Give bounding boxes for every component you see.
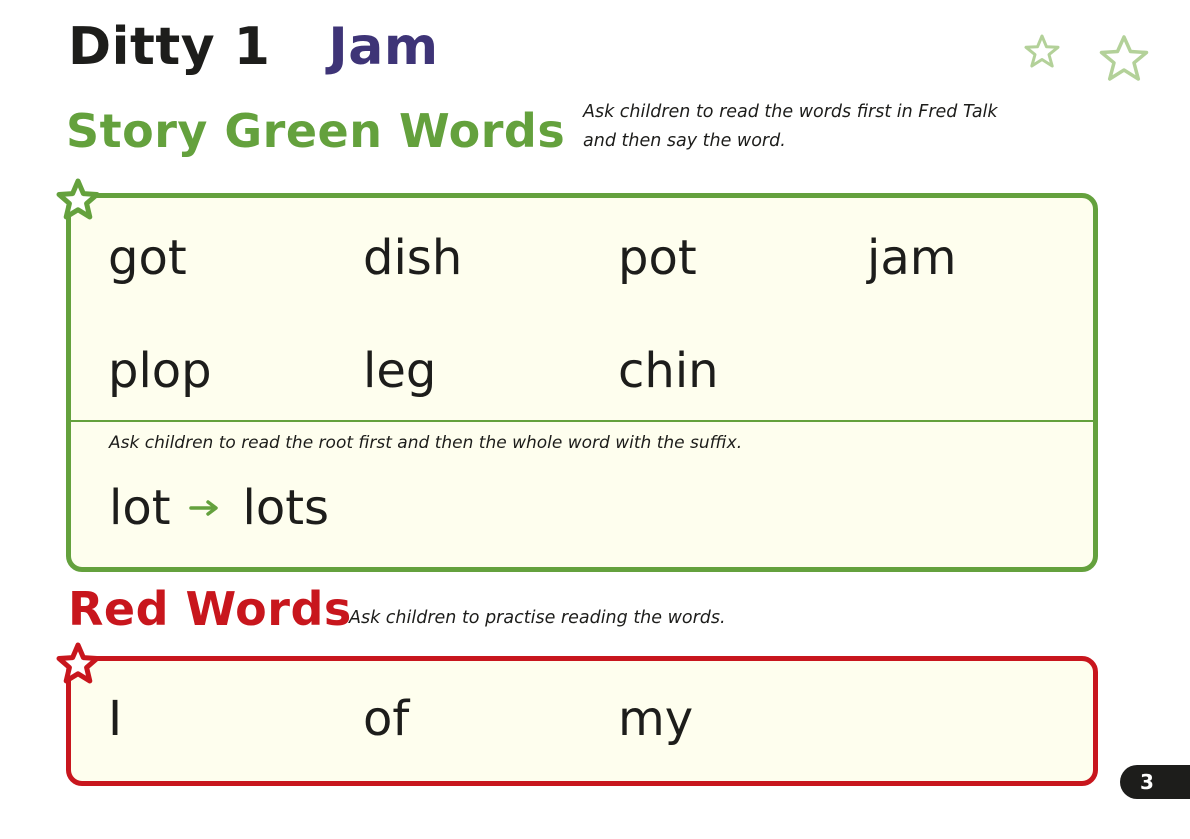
star-outline-icon <box>1024 34 1060 68</box>
ditty-number: Ditty 1 <box>68 17 271 77</box>
ditty-subtitle: Jam <box>328 17 439 77</box>
green-words-heading: Story Green Words <box>66 104 566 158</box>
star-icon <box>56 178 100 220</box>
page-title: Ditty 1 Jam <box>68 14 439 80</box>
red-word: my <box>618 691 694 747</box>
green-word: got <box>108 230 187 286</box>
green-word: plop <box>108 343 212 399</box>
right-arrow-icon <box>188 500 218 516</box>
green-words-panel: got dish pot jam plop leg chin Ask child… <box>66 193 1098 572</box>
green-words-instruction: Ask children to read the words first in … <box>583 102 998 151</box>
green-word: leg <box>363 343 437 399</box>
page-number: 3 <box>1120 765 1190 799</box>
section-divider <box>71 420 1093 422</box>
green-word: jam <box>867 230 957 286</box>
star-outline-icon <box>1099 35 1149 81</box>
red-words-instruction: Ask children to practise reading the wor… <box>349 608 726 628</box>
red-words-panel: I of my <box>66 656 1098 786</box>
star-icon <box>56 642 100 684</box>
suffix-instruction: Ask children to read the root first and … <box>109 433 743 453</box>
red-words-heading: Red Words <box>68 582 352 636</box>
red-word: I <box>108 691 123 747</box>
green-word: dish <box>363 230 463 286</box>
red-word: of <box>363 691 410 747</box>
green-word: chin <box>618 343 719 399</box>
suffix-full-word: lots <box>242 480 330 536</box>
suffix-root-word: lot <box>109 480 171 536</box>
suffix-example: lot lots <box>109 478 329 538</box>
green-word: pot <box>618 230 697 286</box>
